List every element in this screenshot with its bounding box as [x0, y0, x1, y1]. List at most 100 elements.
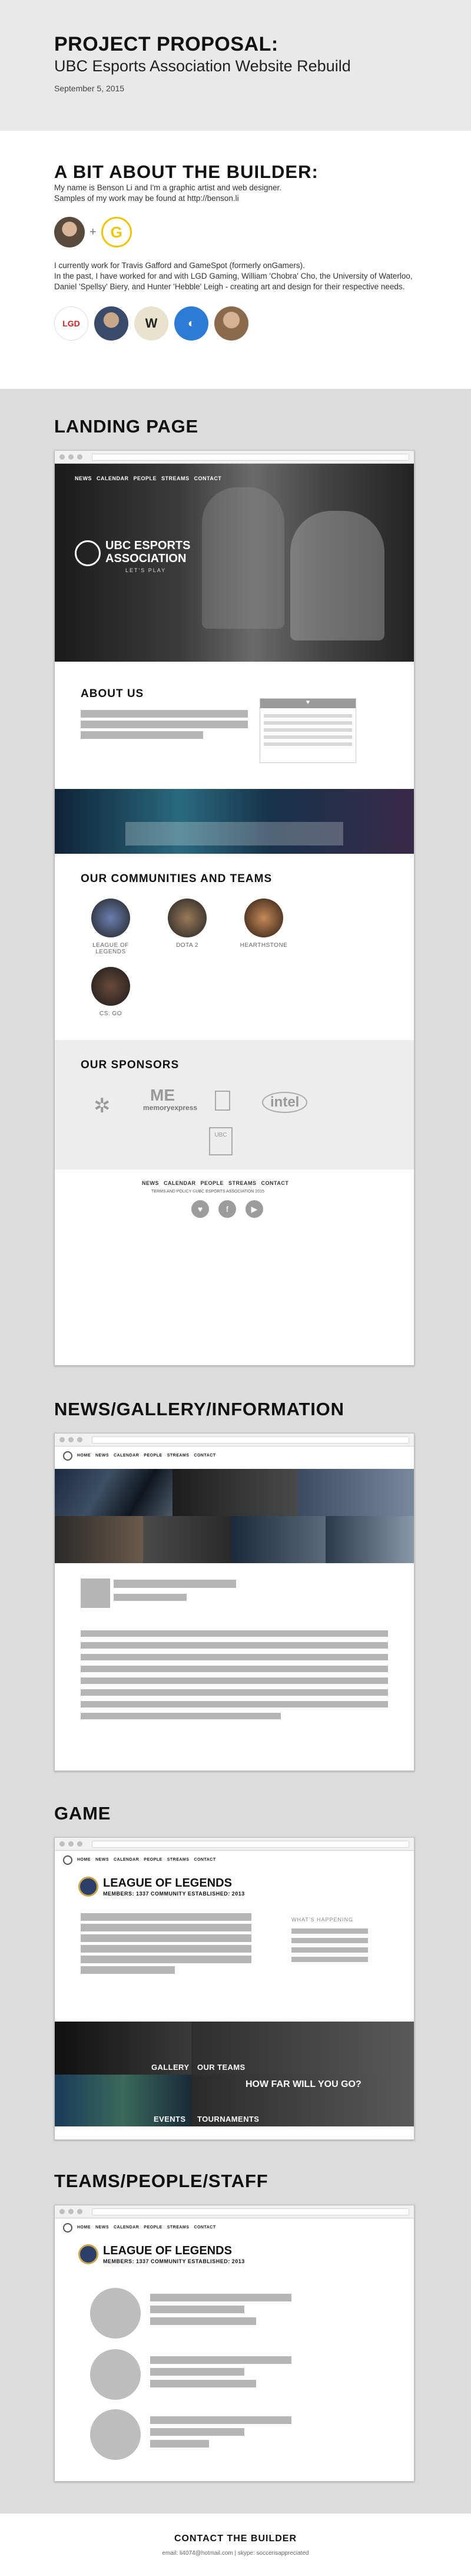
- nav-streams[interactable]: STREAMS: [161, 475, 190, 481]
- hero-logo-icon: [75, 540, 101, 566]
- whats-happening-label: WHAT'S HAPPENING: [291, 1917, 354, 1923]
- nav-news[interactable]: NEWS: [75, 475, 92, 481]
- proposal-date: September 5, 2015: [54, 84, 125, 93]
- landing-browser-mock: NEWS CALENDAR PEOPLE STREAMS CONTACT UBC…: [54, 450, 414, 1366]
- nav-contact[interactable]: CONTACT: [194, 475, 222, 481]
- contact-heading: CONTACT THE BUILDER: [174, 2534, 297, 2544]
- builder-bio-1: I currently work for Travis Gafford and …: [54, 261, 305, 270]
- amis-logo: [215, 1091, 230, 1111]
- client-avatar-5: [214, 306, 248, 341]
- game-meta: MEMBERS: 1337 COMMUNITY ESTABLISHED: 201…: [103, 1891, 245, 1897]
- twitter-icon[interactable]: ♥: [191, 1200, 209, 1218]
- footer-terms: TERMS AND POLICY ©UBC ESPORTS ASSOCIATIO…: [151, 1190, 264, 1194]
- gallery-image-6[interactable]: [231, 1516, 326, 1563]
- news-nav: HOME NEWS CALENDAR PEOPLE STREAMS CONTACT: [77, 1454, 216, 1458]
- game-heading: GAME: [54, 1803, 111, 1824]
- footer-nav-people[interactable]: PEOPLE: [201, 1180, 224, 1186]
- contact-info[interactable]: email: li4074@hotmail.com | skype: socce…: [0, 2550, 471, 2557]
- community-dota2[interactable]: DOTA 2: [155, 899, 220, 949]
- news-browser-mock: HOME NEWS CALENDAR PEOPLE STREAMS CONTACT: [54, 1433, 414, 1771]
- proposal-title: PROJECT PROPOSAL:: [54, 33, 278, 55]
- teams-meta: MEMBERS: 1337 COMMUNITY ESTABLISHED: 201…: [103, 2258, 245, 2264]
- plus-sign: +: [89, 225, 97, 239]
- news-heading: NEWS/GALLERY/INFORMATION: [54, 1399, 344, 1419]
- browser-chrome: [55, 451, 414, 464]
- teams-heading: TEAMS/PEOPLE/STAFF: [54, 2171, 268, 2191]
- nav-people[interactable]: PEOPLE: [134, 475, 157, 481]
- game-title: LEAGUE OF LEGENDS: [103, 1877, 232, 1890]
- tile-gallery-label: GALLERY: [151, 2063, 190, 2072]
- twitter-widget: ♥: [260, 698, 356, 763]
- news-sub-bar: [114, 1594, 187, 1601]
- hero-logo-text-1: UBC ESPORTS: [105, 539, 191, 552]
- gallery-image-5[interactable]: [143, 1516, 231, 1563]
- about-text-bar-2: [81, 721, 248, 728]
- gallery-image-4[interactable]: [55, 1516, 143, 1563]
- youtube-icon[interactable]: ▶: [246, 1200, 263, 1218]
- ubc-sponsor-logo: UBC: [209, 1127, 233, 1155]
- about-text-bar-1: [81, 710, 248, 718]
- nav-calendar[interactable]: CALENDAR: [97, 475, 129, 481]
- lgd-logo: LGD: [54, 306, 88, 341]
- landing-nav: NEWS CALENDAR PEOPLE STREAMS CONTACT: [75, 475, 221, 481]
- person-avatar: [90, 2288, 141, 2339]
- game-nav: HOME NEWS CALENDAR PEOPLE STREAMS CONTACT: [77, 1858, 216, 1862]
- teams-browser-mock: HOME NEWS CALENDAR PEOPLE STREAMS CONTACT LEA…: [54, 2205, 414, 2482]
- teams-nav: HOME NEWS CALENDAR PEOPLE STREAMS CONTACT: [77, 2225, 216, 2230]
- game-browser-mock: HOME NEWS CALENDAR PEOPLE STREAMS CONTACT LEA…: [54, 1837, 414, 2140]
- community-csgo[interactable]: CS: GO: [78, 967, 143, 1017]
- sponsors-title: OUR SPONSORS: [81, 1059, 180, 1071]
- facebook-icon[interactable]: f: [218, 1200, 236, 1218]
- builder-heading: A BIT ABOUT THE BUILDER:: [54, 161, 319, 182]
- proposal-header: PROJECT PROPOSAL: UBC Esports Associatio…: [0, 0, 471, 131]
- intel-logo: intel: [262, 1092, 308, 1113]
- builder-intro-1: My name is Benson Li and I'm a graphic a…: [54, 183, 282, 192]
- proposal-subtitle: UBC Esports Association Website Rebuild: [54, 57, 351, 75]
- tile-tournaments-label: TOURNAMENTS: [197, 2115, 260, 2123]
- footer-nav-streams[interactable]: STREAMS: [228, 1180, 257, 1186]
- communities-title: OUR COMMUNITIES AND TEAMS: [81, 873, 273, 885]
- footer-nav-calendar[interactable]: CALENDAR: [164, 1180, 196, 1186]
- landing-heading: LANDING PAGE: [54, 416, 198, 437]
- tile-our-teams-label: OUR TEAMS: [197, 2063, 246, 2072]
- client-logo-4: ◐: [174, 306, 208, 341]
- client-avatar-2: [94, 306, 128, 341]
- me-mark: ME: [150, 1086, 175, 1104]
- teams-title: LEAGUE OF LEGENDS: [103, 2244, 232, 2257]
- builder-section: A BIT ABOUT THE BUILDER: My name is Bens…: [0, 131, 471, 389]
- footer-nav-contact[interactable]: CONTACT: [261, 1180, 289, 1186]
- news-thumb: [81, 1578, 110, 1608]
- community-lol[interactable]: LEAGUE OF LEGENDS: [78, 899, 143, 955]
- gallery-image-3[interactable]: [297, 1469, 414, 1516]
- site-logo-icon: [63, 1451, 72, 1461]
- builder-intro-2: Samples of my work may be found at http:…: [54, 194, 239, 203]
- memoryexpress-logo: memoryexpress: [143, 1104, 198, 1112]
- gallery-image-1[interactable]: [55, 1469, 173, 1516]
- news-title-bar: [114, 1580, 236, 1588]
- waterloo-logo: W: [134, 306, 168, 341]
- site-logo-icon: [63, 2223, 72, 2232]
- site-logo-icon: [63, 1855, 72, 1865]
- person-avatar: [90, 2409, 141, 2460]
- gallery-image-7[interactable]: [326, 1516, 414, 1563]
- contact-footer: CONTACT THE BUILDER email: li4074@hotmai…: [0, 2514, 471, 2576]
- builder-avatar-row: + G: [54, 217, 417, 247]
- tile-events-label: EVENTS: [154, 2115, 186, 2123]
- community-hearthstone[interactable]: HEARTHSTONE: [231, 899, 296, 949]
- event-stage-image: [55, 789, 414, 854]
- about-text-bar-3: [81, 731, 203, 739]
- builder-avatar: [54, 217, 85, 247]
- mockups-area: LANDING PAGE NEWS CALENDAR PEOPLE STREAM…: [0, 389, 471, 2514]
- razer-logo: ✲: [94, 1095, 111, 1117]
- builder-bio-2: In the past, I have worked for and with …: [54, 272, 413, 291]
- promo-text: HOW FAR WILL YOU GO?: [246, 2079, 361, 2089]
- twitter-widget-header: ♥: [260, 699, 356, 708]
- hero-tagline: LET'S PLAY: [125, 567, 167, 573]
- lol-emblem-icon: [78, 2244, 98, 2264]
- hero-logo-text-2: ASSOCIATION: [105, 552, 187, 565]
- person-avatar: [90, 2349, 141, 2400]
- gallery-image-2[interactable]: [173, 1469, 297, 1516]
- landing-footer-nav: NEWS CALENDAR PEOPLE STREAMS CONTACT: [142, 1180, 288, 1186]
- client-logos: LGD W ◐: [54, 306, 417, 341]
- footer-nav-news[interactable]: NEWS: [142, 1180, 159, 1186]
